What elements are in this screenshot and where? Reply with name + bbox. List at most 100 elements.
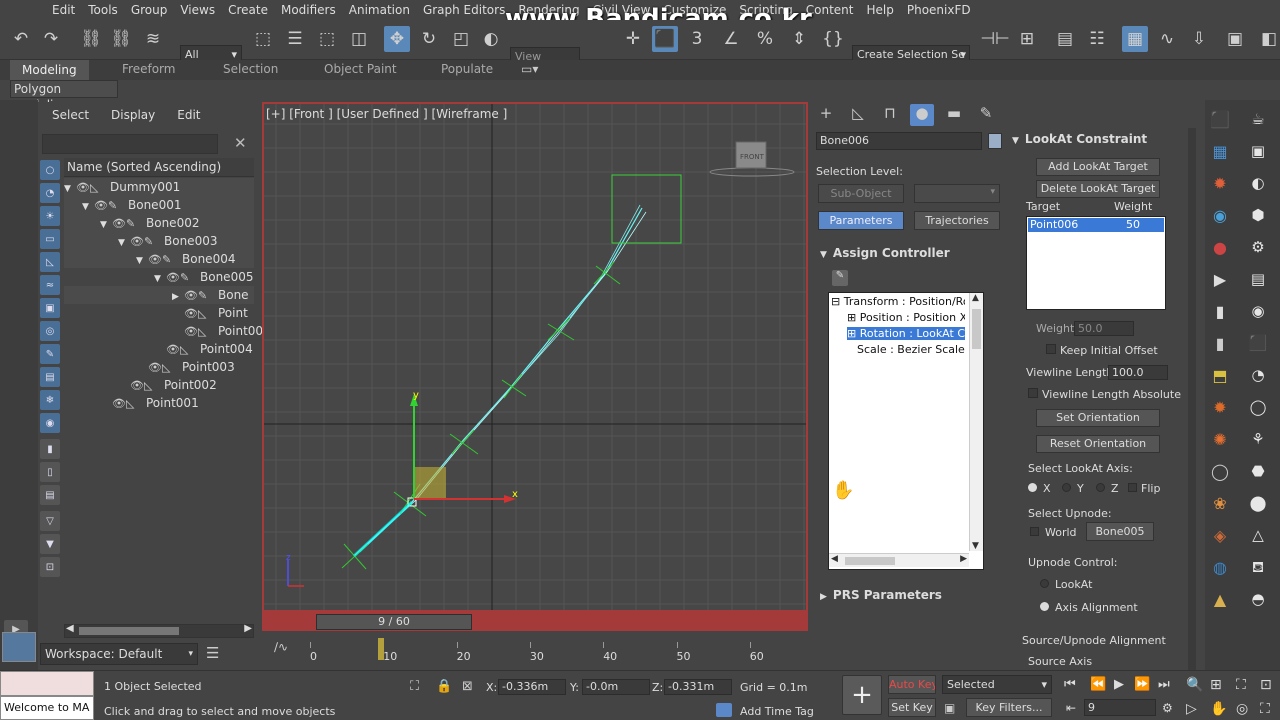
move-gizmo[interactable]: y x	[410, 390, 518, 503]
layers-icon[interactable]: ⊡	[40, 557, 60, 577]
tab-freeform[interactable]: Freeform	[122, 62, 175, 76]
plugin-object-icon[interactable]: ◓	[1247, 590, 1269, 612]
scale-icon[interactable]: ◰	[448, 26, 474, 52]
plugin-tool-icon[interactable]: ✺	[1209, 430, 1231, 452]
sub-object-dropdown[interactable]: ▾	[914, 184, 1000, 203]
plugin-object-icon[interactable]: ▤	[1247, 270, 1269, 292]
curve-editor-mini-icon[interactable]: ∕∿	[274, 640, 288, 654]
scene-node[interactable]: ▼ 👁✎ Bone004	[64, 250, 254, 268]
axis-x-radio[interactable]: X	[1028, 482, 1051, 495]
scene-node[interactable]: ▼ 👁✎ Bone001	[64, 196, 254, 214]
plugin-object-icon[interactable]: ◐	[1247, 174, 1269, 196]
plugin-object-icon[interactable]: ◯	[1247, 398, 1269, 420]
selection-lock-icon[interactable]: 🔒	[436, 679, 452, 694]
go-to-start-icon[interactable]: ⏮	[1064, 677, 1076, 692]
plugin-tool-icon[interactable]: ◯	[1209, 462, 1231, 484]
plugin-object-icon[interactable]: ⬛	[1247, 334, 1269, 356]
visibility-eye-icon[interactable]: 👁◺	[184, 305, 218, 323]
add-lookat-target-button[interactable]: Add LookAt Target	[1036, 158, 1160, 176]
plugin-object-icon[interactable]: ⛾	[1247, 558, 1269, 580]
tab-modeling[interactable]: Modeling	[10, 60, 89, 80]
filter-funnel-icon[interactable]: ▽	[40, 511, 60, 531]
placement-icon[interactable]: ◐	[478, 26, 504, 52]
visibility-eye-icon[interactable]: 👁◺	[76, 179, 110, 197]
set-key-button[interactable]: Set Key	[888, 698, 936, 717]
tab-populate[interactable]: Populate	[441, 62, 493, 76]
isolate-selection-icon[interactable]: ⛶	[410, 679, 419, 694]
visibility-eye-icon[interactable]: 👁✎	[166, 269, 200, 287]
point006-helper[interactable]	[611, 174, 682, 244]
scene-explorer-icon[interactable]: ▦	[1122, 26, 1148, 52]
scene-search-input[interactable]	[42, 134, 218, 154]
key-filter-icon[interactable]: ▣	[944, 701, 955, 715]
bind-spacewarp-icon[interactable]: ≋	[140, 26, 166, 52]
hierarchy-tab-icon[interactable]: ⊓	[878, 104, 902, 126]
visibility-eye-icon[interactable]: 👁✎	[148, 251, 182, 269]
scene-menu-select[interactable]: Select	[52, 108, 89, 122]
field-of-view-icon[interactable]: ▷	[1186, 701, 1197, 717]
weight-spinner[interactable]: 50.0	[1074, 321, 1134, 336]
render-setup-icon[interactable]: ◧	[1256, 26, 1280, 52]
visibility-eye-icon[interactable]: 👁◺	[112, 395, 146, 413]
viewline-length-spinner[interactable]: 100.0	[1108, 365, 1168, 380]
controller-scale[interactable]: Scale : Bezier Scale	[857, 343, 965, 356]
visibility-eye-icon[interactable]: 👁✎	[94, 197, 128, 215]
select-by-name-icon[interactable]: ☰	[282, 26, 308, 52]
scene-menu-display[interactable]: Display	[111, 108, 155, 122]
plugin-tool-icon[interactable]: ⬒	[1209, 366, 1231, 388]
menu-group[interactable]: Group	[131, 3, 181, 17]
select-object-icon[interactable]: ⬚	[250, 26, 276, 52]
material-editor-icon[interactable]: ▣	[1222, 26, 1248, 52]
axis-y-radio[interactable]: Y	[1062, 482, 1084, 495]
menu-views[interactable]: Views	[180, 3, 228, 17]
controller-tree[interactable]: ⊟ Transform : Position/Rotat ⊞ Position …	[828, 292, 984, 570]
scene-node[interactable]: ▶ 👁✎ Bone	[64, 286, 254, 304]
mirror-icon[interactable]: ⊣⊢	[980, 26, 1010, 52]
filter-lights-icon[interactable]: ☀	[40, 206, 60, 226]
x-coord-field[interactable]: -0.336m	[498, 679, 566, 695]
plugin-tool-icon[interactable]: ◉	[1209, 206, 1231, 228]
display-all-icon[interactable]: ▮	[40, 439, 60, 459]
rect-selection-icon[interactable]: ⬚	[314, 26, 340, 52]
menu-help[interactable]: Help	[867, 3, 907, 17]
assign-controller-icon[interactable]: ✎	[832, 270, 848, 286]
assign-controller-rollout[interactable]: ▼ Assign Controller	[820, 246, 950, 266]
bone-chain[interactable]	[341, 204, 647, 570]
time-config-icon[interactable]: ⚙	[1162, 701, 1173, 715]
filter-geometry-icon[interactable]: ○	[40, 160, 60, 180]
scene-node[interactable]: 👁◺ Point002	[64, 376, 254, 394]
workspace-dropdown[interactable]: Workspace: Default ▾	[40, 643, 198, 665]
plugin-tool-icon[interactable]: ▦	[1209, 142, 1231, 164]
filter-frozen-icon[interactable]: ❄	[40, 390, 60, 410]
filter-helpers-icon[interactable]: ◺	[40, 252, 60, 272]
scene-node[interactable]: 👁◺ Point003	[64, 358, 254, 376]
track-bar[interactable]: ∕∿ 0 10 20 30 40 50 60	[262, 634, 808, 670]
scene-node[interactable]: ▼ 👁✎ Bone002	[64, 214, 254, 232]
unlink-icon[interactable]: ⛓	[108, 26, 134, 52]
maxscript-listener-top[interactable]	[0, 671, 94, 696]
display-tab-icon[interactable]: ▬	[942, 104, 966, 126]
visibility-eye-icon[interactable]: 👁◺	[166, 341, 200, 359]
play-icon[interactable]: ▶	[1114, 677, 1124, 692]
zoom-extents-icon[interactable]: ⛶	[1236, 677, 1246, 693]
front-viewport[interactable]: y x z FRONT	[264, 104, 806, 610]
menu-create[interactable]: Create	[228, 3, 281, 17]
utilities-tab-icon[interactable]: ✎	[974, 104, 998, 126]
menu-tools[interactable]: Tools	[88, 3, 131, 17]
scene-node[interactable]: 👁◺ Point004	[64, 340, 254, 358]
window-crossing-icon[interactable]: ◫	[346, 26, 372, 52]
plugin-tool-icon[interactable]: ▲	[1209, 590, 1231, 612]
close-icon[interactable]: ✕	[234, 134, 247, 152]
plugin-tool-icon[interactable]: ◍	[1209, 558, 1231, 580]
plugin-object-icon[interactable]: ⬢	[1247, 206, 1269, 228]
target-list[interactable]: Point006 50	[1026, 216, 1166, 310]
current-frame-field[interactable]: 9	[1084, 699, 1156, 716]
polygon-modeling-tab[interactable]: Polygon Modeling	[10, 80, 118, 112]
lookat-radio[interactable]: LookAt	[1040, 578, 1092, 591]
scene-hscrollbar[interactable]: ◀ ▶	[64, 623, 254, 638]
set-key-plus-icon[interactable]: +	[842, 675, 882, 715]
select-manipulate-icon[interactable]: ⬛	[652, 26, 678, 52]
viewport-label-menu[interactable]: [+] [Front ] [User Defined ] [Wireframe …	[266, 107, 507, 121]
visibility-eye-icon[interactable]: 👁✎	[130, 233, 164, 251]
visibility-eye-icon[interactable]: 👁◺	[130, 377, 164, 395]
